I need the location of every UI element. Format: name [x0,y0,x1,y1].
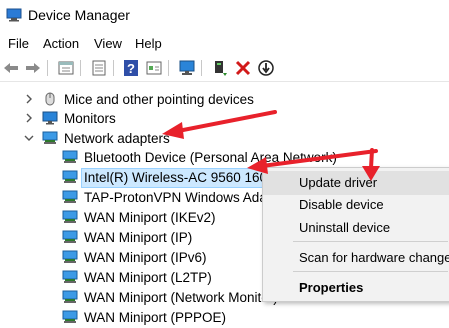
tree-item-network-adapters[interactable]: Network adapters [0,129,449,149]
window-title: Device Manager [28,7,130,23]
network-adapter-icon [62,230,78,243]
tree-item-label: WAN Miniport (PPPOE) [84,310,227,325]
chevron-down-icon[interactable] [24,133,34,143]
network-adapter-icon [42,131,58,144]
tree-item-label: WAN Miniport (L2TP) [84,270,212,285]
tree-item-monitors[interactable]: Monitors [0,109,449,129]
network-adapter-icon [62,170,78,183]
network-adapter-icon [62,310,78,323]
list-view-icon[interactable] [90,59,108,77]
monitor-icon [42,111,58,125]
menu-divider [293,241,448,242]
menu-view[interactable]: View [94,36,122,51]
tree-item-label: Mice and other pointing devices [64,92,254,107]
disable-device-icon[interactable] [257,59,275,77]
help-icon[interactable]: ? [122,59,140,77]
toolbar: ? [0,55,449,82]
context-menu: Update driver Disable device Uninstall d… [262,167,449,302]
tree-item-label: WAN Miniport (IP) [84,230,193,245]
monitor-scan-icon[interactable] [178,59,196,77]
menu-item-label: Disable device [299,197,384,212]
menu-bar: File Action View Help [0,33,449,55]
network-adapter-icon [62,190,78,203]
context-menu-properties[interactable]: Properties [263,276,449,300]
menu-action[interactable]: Action [43,36,79,51]
tree-item-label: Monitors [64,111,116,126]
properties-icon[interactable] [57,59,75,77]
menu-item-label: Scan for hardware changes [299,250,449,265]
menu-file[interactable]: File [8,36,29,51]
tree-item-label: Bluetooth Device (Personal Area Network) [84,150,337,165]
title-bar: Device Manager [0,0,449,32]
context-menu-update-driver[interactable]: Update driver [263,171,449,195]
network-adapter-icon [62,210,78,223]
chevron-right-icon[interactable] [24,113,34,123]
forward-arrow-icon[interactable] [24,59,42,77]
tree-item-label: Network adapters [64,131,170,146]
tree-item-bluetooth[interactable]: Bluetooth Device (Personal Area Network) [0,148,449,168]
tree-item-label: WAN Miniport (Network Monitor) [84,290,278,305]
network-adapter-icon [62,270,78,283]
svg-text:?: ? [127,61,135,76]
back-arrow-icon[interactable] [2,59,20,77]
context-menu-disable-device[interactable]: Disable device [263,193,449,217]
context-menu-uninstall-device[interactable]: Uninstall device [263,216,449,240]
mouse-icon [45,92,55,106]
chevron-right-icon[interactable] [24,94,34,104]
update-driver-icon[interactable] [211,59,229,77]
tree-item-wan-pppoe[interactable]: WAN Miniport (PPPOE) [0,308,449,328]
network-adapter-icon [62,290,78,303]
menu-item-label: Uninstall device [299,220,391,235]
menu-help[interactable]: Help [135,36,162,51]
context-menu-scan-hardware[interactable]: Scan for hardware changes [263,246,449,270]
menu-divider [293,271,448,272]
tree-item-label: WAN Miniport (IKEv2) [84,210,216,225]
show-hidden-icon[interactable] [145,59,163,77]
network-adapter-icon [62,250,78,263]
menu-item-label: Update driver [299,175,378,190]
menu-item-label: Properties [299,280,364,295]
tree-item-mice[interactable]: Mice and other pointing devices [0,90,449,110]
uninstall-x-icon[interactable] [234,59,252,77]
network-adapter-icon [62,150,78,163]
device-manager-icon [6,8,22,22]
tree-item-label: WAN Miniport (IPv6) [84,250,207,265]
